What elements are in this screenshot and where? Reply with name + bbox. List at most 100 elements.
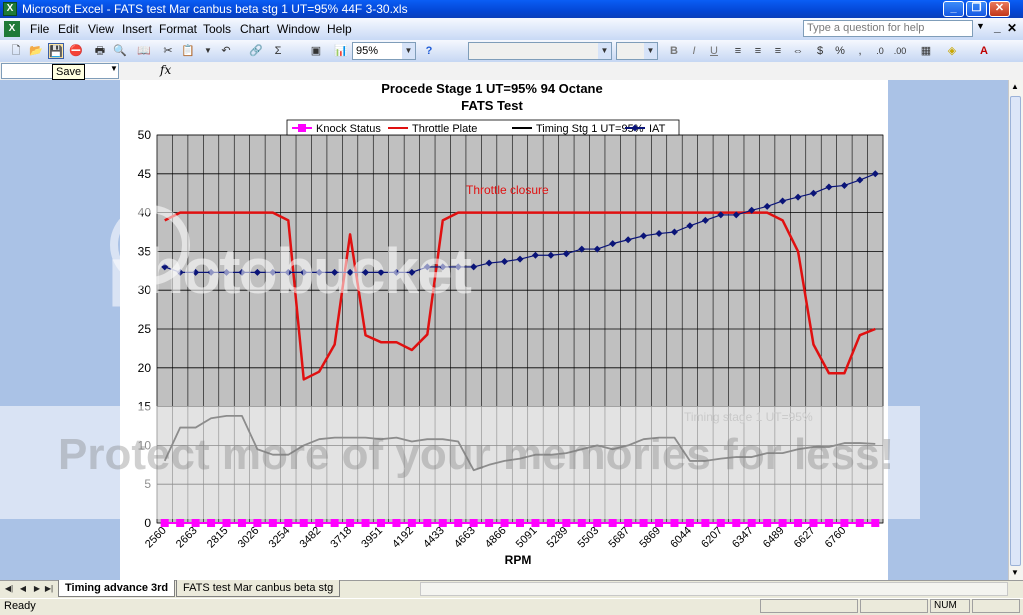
workbook-icon[interactable]: X (4, 21, 20, 37)
knock-point (392, 519, 401, 527)
chart-title: Procede Stage 1 UT=95% 94 Octane (381, 81, 602, 96)
new-icon[interactable]: 🗋 (8, 43, 24, 59)
font-name-select[interactable]: ▼ (468, 42, 612, 60)
insert-function-icon[interactable]: fx (160, 63, 171, 77)
knock-point (855, 519, 864, 527)
x-tick-label: 6489 (761, 525, 787, 551)
x-tick-label: 4866 (483, 525, 509, 551)
knock-point (824, 519, 833, 527)
menu-format[interactable]: Format (159, 22, 197, 36)
knock-point (222, 519, 231, 527)
knock-point (361, 519, 370, 527)
align-right-icon[interactable]: ≡ (770, 43, 786, 59)
save-icon[interactable]: 💾 (48, 43, 64, 59)
x-tick-label: 3026 (236, 525, 262, 551)
font-size-dropdown-icon[interactable]: ▼ (644, 43, 657, 59)
y-tick-label: 45 (138, 167, 152, 181)
last-sheet-icon[interactable]: ▶| (44, 583, 54, 595)
font-size-select[interactable]: ▼ (616, 42, 658, 60)
help-icon[interactable]: ? (421, 43, 437, 59)
menu-window[interactable]: Window (277, 22, 320, 36)
x-tick-label: 4663 (452, 525, 478, 551)
close-workbook-icon[interactable]: ✕ (1007, 21, 1017, 35)
y-tick-label: 25 (138, 322, 152, 336)
knock-point (531, 519, 540, 527)
bold-icon[interactable]: B (666, 43, 682, 59)
fill-color-icon[interactable]: ◈ (944, 43, 960, 59)
x-tick-label: 2663 (174, 525, 200, 551)
percent-icon[interactable]: % (832, 43, 848, 59)
minimize-button[interactable]: _ (943, 1, 964, 17)
menu-view[interactable]: View (88, 22, 114, 36)
prev-sheet-icon[interactable]: ◀ (18, 583, 28, 595)
name-box-dropdown-icon[interactable]: ▼ (110, 64, 118, 73)
align-center-icon[interactable]: ≡ (750, 43, 766, 59)
zoom-select[interactable]: 95% ▼ (352, 42, 416, 60)
knock-point (778, 519, 787, 527)
research-icon[interactable]: 📖 (136, 43, 152, 59)
knock-point (794, 519, 803, 527)
zoom-dropdown-icon[interactable]: ▼ (402, 43, 415, 59)
format-selection-icon[interactable]: ▣ (308, 43, 324, 59)
x-tick-label: 3254 (267, 525, 293, 551)
scroll-down-icon[interactable]: ▼ (1011, 568, 1019, 577)
knock-point (670, 519, 679, 527)
font-color-icon[interactable]: A (976, 43, 992, 59)
currency-icon[interactable]: $ (812, 43, 828, 59)
open-icon[interactable]: 📂 (28, 43, 44, 59)
menu-edit[interactable]: Edit (58, 22, 79, 36)
next-sheet-icon[interactable]: ▶ (32, 583, 42, 595)
cut-icon[interactable]: ✂ (160, 43, 176, 59)
restore-button[interactable]: ❐ (966, 1, 987, 17)
menu-tools[interactable]: Tools (203, 22, 231, 36)
knock-point (500, 519, 509, 527)
chart-wizard-icon[interactable]: 📊 (333, 43, 349, 59)
paste-dropdown-icon[interactable]: ▼ (200, 43, 216, 59)
x-tick-label: 5289 (545, 525, 571, 551)
watermark-message: Protect more of your memories for less! (58, 430, 895, 479)
tab-timing-advance[interactable]: Timing advance 3rd (58, 580, 176, 597)
underline-icon[interactable]: U (706, 43, 722, 59)
menu-chart[interactable]: Chart (240, 22, 269, 36)
horizontal-scrollbar[interactable] (420, 582, 1008, 596)
permission-icon[interactable]: ⛔ (68, 43, 84, 59)
menu-help[interactable]: Help (327, 22, 352, 36)
undo-icon[interactable]: ↶ (218, 43, 234, 59)
help-dropdown-icon[interactable]: ▼ (976, 21, 985, 31)
vertical-scroll-thumb[interactable] (1010, 96, 1021, 566)
paste-icon[interactable]: 📋 (180, 43, 196, 59)
font-dropdown-icon[interactable]: ▼ (598, 43, 611, 59)
status-cell-4 (972, 599, 1020, 613)
knock-point (608, 519, 617, 527)
minimize-workbook-icon[interactable]: _ (994, 20, 1001, 34)
first-sheet-icon[interactable]: ◀| (4, 583, 14, 595)
help-search-input[interactable]: Type a question for help (803, 20, 973, 37)
italic-icon[interactable]: I (686, 43, 702, 59)
print-icon[interactable]: 🖶 (92, 43, 108, 59)
excel-icon[interactable]: X (3, 2, 17, 16)
tab-fats-test[interactable]: FATS test Mar canbus beta stg (176, 580, 341, 597)
autosum-icon[interactable]: Σ (270, 43, 286, 59)
title-bar: X Microsoft Excel - FATS test Mar canbus… (0, 0, 1023, 18)
knock-point (191, 519, 200, 527)
align-left-icon[interactable]: ≡ (730, 43, 746, 59)
print-preview-icon[interactable]: 🔍 (112, 43, 128, 59)
knock-point (237, 519, 246, 527)
close-button[interactable]: ✕ (989, 1, 1010, 17)
comma-icon[interactable]: , (852, 43, 868, 59)
merge-icon[interactable]: ⇔ (790, 43, 806, 59)
status-cell-2 (860, 599, 928, 613)
knock-point (716, 519, 725, 527)
borders-icon[interactable]: ▦ (918, 43, 934, 59)
scroll-up-icon[interactable]: ▲ (1011, 82, 1019, 91)
decrease-decimal-icon[interactable]: .00 (892, 43, 908, 59)
menu-file[interactable]: File (30, 22, 49, 36)
knock-point (639, 519, 648, 527)
x-tick-label: 5687 (606, 525, 632, 551)
knock-point (840, 519, 849, 527)
status-num: NUM (930, 599, 970, 613)
knock-point (593, 519, 602, 527)
increase-decimal-icon[interactable]: .0 (872, 43, 888, 59)
menu-insert[interactable]: Insert (122, 22, 152, 36)
hyperlink-icon[interactable]: 🔗 (248, 43, 264, 59)
